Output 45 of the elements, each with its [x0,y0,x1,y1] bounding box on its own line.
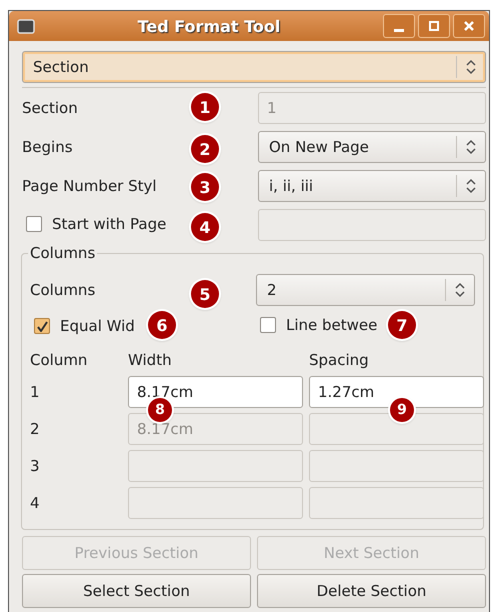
row-number: 4 [30,494,40,512]
checkbox-label: Start with Page [52,214,166,232]
dropdown[interactable]: On New Page [258,131,486,163]
number-badge: 5 [191,280,219,308]
number-badge: 9 [390,398,414,422]
minimize-button[interactable] [383,14,415,38]
column-header: Width [128,351,173,371]
updown-arrows-icon [454,282,466,298]
field-label: Section [22,99,78,117]
number-badge: 3 [191,173,219,201]
checkbox[interactable] [34,318,50,334]
number-badge: 8 [148,398,172,422]
number-badge: 2 [191,135,219,163]
window-title: Ted Format Tool [136,16,282,36]
row-number: 3 [30,457,40,475]
number-badge: 6 [148,311,176,339]
row-number: 2 [30,420,40,438]
minimize-icon [394,28,404,32]
checkbox[interactable] [26,216,42,232]
updown-arrows-icon [465,139,477,155]
field-label: Page Number Styl [22,177,157,195]
field-label: Begins [22,138,73,156]
number-badge: 4 [191,213,219,241]
dropdown[interactable]: 2 [256,274,475,306]
checkbox-label: Line betwee [286,316,378,334]
checkmark-icon [36,320,48,332]
number-badge: 1 [191,93,219,121]
updown-arrows-icon [465,178,477,194]
maximize-button[interactable] [418,14,450,38]
updown-arrows-icon [465,59,477,75]
close-button[interactable] [453,14,485,38]
checkbox[interactable] [260,317,276,333]
number-badge: 7 [388,311,416,339]
section-button[interactable]: Select Section [22,574,251,608]
column-header: Column [30,351,88,371]
close-icon [462,19,476,33]
column-header: Spacing [309,351,370,371]
field-label: Columns [30,281,96,299]
dropdown[interactable]: i, ii, iii [258,170,486,202]
window-icon [17,18,35,34]
section-dropdown[interactable]: Section [22,51,486,83]
maximize-icon [427,19,441,33]
checkbox-label: Equal Wid [60,317,135,335]
section-button[interactable]: Delete Section [257,574,486,608]
row-number: 1 [30,383,40,401]
